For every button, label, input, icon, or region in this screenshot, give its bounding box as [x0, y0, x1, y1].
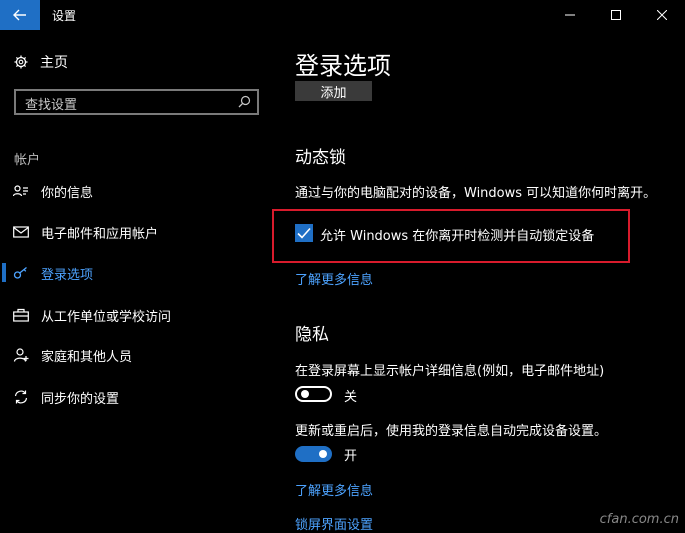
highlight-annotation	[272, 209, 630, 263]
section-header-accounts: 帐户	[14, 153, 41, 168]
maximize-button[interactable]	[593, 0, 639, 30]
search-icon[interactable]	[238, 95, 251, 108]
sidebar-item-label: 登录选项	[41, 268, 94, 283]
active-indicator	[2, 263, 6, 282]
sidebar-item-sync[interactable]: 同步你的设置	[0, 382, 275, 412]
search-input[interactable]: 查找设置	[25, 94, 77, 113]
dynamic-lock-heading: 动态锁	[295, 148, 346, 168]
toggle-knob	[301, 390, 309, 398]
main-content: 登录选项 添加 动态锁 通过与你的电脑配对的设备，Windows 可以知道你何时…	[276, 30, 685, 533]
sidebar-item-label: 家庭和其他人员	[41, 350, 133, 365]
home-label: 主页	[40, 55, 68, 71]
lock-screen-settings-link[interactable]: 锁屏界面设置	[295, 514, 373, 533]
key-icon	[13, 266, 27, 279]
sidebar-item-email-accounts[interactable]: 电子邮件和应用帐户	[0, 217, 275, 247]
page-title: 登录选项	[295, 52, 391, 80]
mail-icon	[13, 226, 29, 238]
privacy-heading: 隐私	[295, 325, 329, 345]
sync-icon	[14, 390, 28, 404]
sidebar-item-family[interactable]: 家庭和其他人员	[0, 340, 275, 370]
maximize-icon	[611, 10, 621, 20]
title-bar: 设置	[0, 0, 685, 30]
add-button[interactable]: 添加	[295, 81, 372, 101]
sidebar-item-label: 电子邮件和应用帐户	[41, 227, 159, 242]
person-card-icon	[13, 185, 28, 197]
sidebar-item-your-info[interactable]: 你的信息	[0, 176, 275, 206]
auto-finish-setup-toggle[interactable]	[295, 446, 332, 462]
minimize-button[interactable]	[547, 0, 593, 30]
show-account-details-label: 在登录屏幕上显示帐户详细信息(例如，电子邮件地址)	[295, 364, 605, 379]
show-account-details-toggle[interactable]	[295, 386, 332, 402]
toggle-state-on: 开	[344, 449, 358, 464]
sidebar-item-label: 你的信息	[41, 186, 94, 201]
home-nav[interactable]: 主页	[14, 52, 68, 72]
watermark: cfan.com.cn	[599, 512, 679, 527]
auto-finish-setup-label: 更新或重启后，使用我的登录信息自动完成设备设置。	[295, 424, 608, 439]
gear-icon	[14, 55, 28, 69]
window-title: 设置	[52, 9, 77, 23]
person-icon	[13, 348, 29, 362]
briefcase-icon	[13, 308, 29, 322]
dynamic-lock-description: 通过与你的电脑配对的设备，Windows 可以知道你何时离开。	[295, 186, 657, 201]
toggle-knob	[319, 450, 327, 458]
search-box[interactable]: 查找设置	[14, 89, 259, 115]
learn-more-link[interactable]: 了解更多信息	[295, 269, 373, 288]
privacy-learn-more-link[interactable]: 了解更多信息	[295, 480, 373, 499]
toggle-state-off: 关	[344, 390, 358, 405]
minimize-icon	[565, 14, 575, 16]
sidebar-item-sign-in-options[interactable]: 登录选项	[0, 258, 275, 288]
sidebar-item-work-school[interactable]: 从工作单位或学校访问	[0, 300, 275, 330]
sidebar-item-label: 从工作单位或学校访问	[41, 310, 172, 325]
sidebar-item-label: 同步你的设置	[41, 392, 120, 407]
back-arrow-icon	[13, 9, 26, 21]
close-icon	[657, 10, 667, 20]
close-button[interactable]	[639, 0, 685, 30]
back-button[interactable]	[0, 0, 40, 30]
